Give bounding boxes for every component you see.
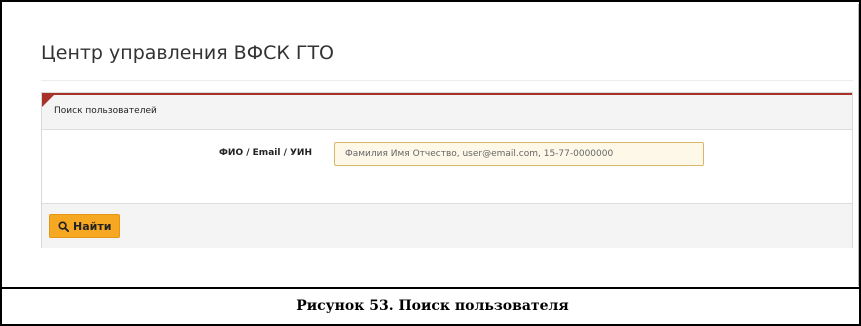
panel-header: Поиск пользователей	[42, 93, 852, 130]
figure-caption: Рисунок 53. Поиск пользователя	[296, 298, 569, 314]
corner-accent-icon	[42, 95, 54, 107]
search-icon	[58, 220, 69, 232]
panel-body: ФИО / Email / УИН	[42, 130, 852, 203]
caption-divider	[2, 287, 861, 289]
find-button[interactable]: Найти	[49, 214, 121, 238]
find-button-label: Найти	[73, 219, 112, 233]
figure-frame: Центр управления ВФСК ГТО Поиск пользова…	[0, 0, 861, 326]
panel-footer: Найти	[42, 203, 852, 248]
panel-title: Поиск пользователей	[54, 106, 157, 116]
page-title: Центр управления ВФСК ГТО	[41, 42, 335, 64]
title-divider	[41, 80, 853, 81]
search-field-label: ФИО / Email / УИН	[219, 148, 312, 158]
screenshot-area: Центр управления ВФСК ГТО Поиск пользова…	[11, 4, 859, 286]
search-input[interactable]	[334, 142, 704, 166]
user-search-panel: Поиск пользователей ФИО / Email / УИН На…	[41, 92, 853, 248]
